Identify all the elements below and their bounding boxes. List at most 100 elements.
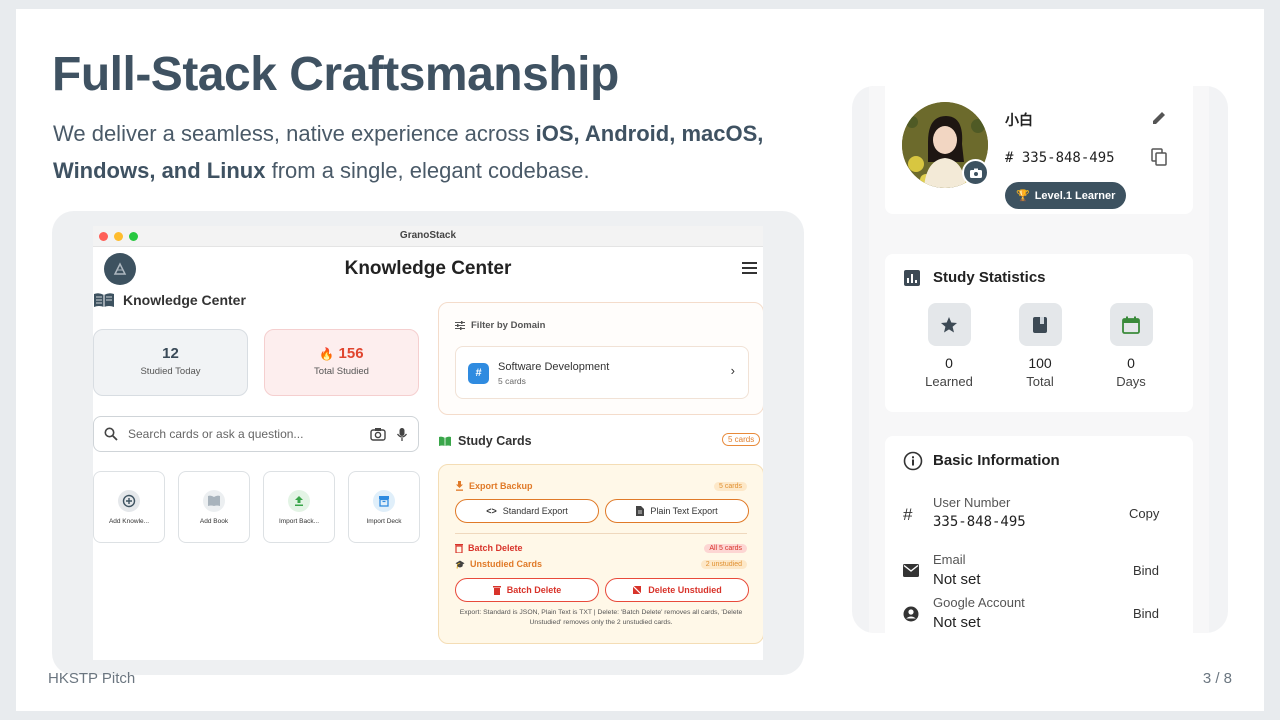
edit-icon[interactable] bbox=[1151, 110, 1167, 126]
slide: Full-Stack Craftsmanship We deliver a se… bbox=[16, 9, 1264, 711]
plain-text-export-button[interactable]: Plain Text Export bbox=[605, 499, 749, 523]
stat-learned-label: Learned bbox=[925, 374, 973, 389]
study-cards-title: Study Cards bbox=[458, 434, 532, 448]
knowledge-center-header: Knowledge Center bbox=[93, 292, 246, 308]
cancel-schedule-icon bbox=[632, 585, 643, 595]
filter-header: Filter by Domain bbox=[455, 320, 545, 331]
user-number-row: # User Number 335-848-495 Copy bbox=[885, 495, 1193, 535]
study-cards-panel: Export Backup 5 cards <> Standard Export… bbox=[438, 464, 763, 644]
school-icon: 🎓 bbox=[455, 559, 465, 569]
footer-label: HKSTP Pitch bbox=[48, 670, 136, 687]
chevron-right-icon: › bbox=[730, 363, 735, 378]
user-number-key: User Number bbox=[933, 495, 1011, 510]
studied-today-value: 12 bbox=[162, 345, 179, 362]
add-book-button[interactable]: Add Book bbox=[178, 471, 250, 543]
stat-learned-value: 0 bbox=[945, 355, 953, 371]
profile-screen: 小白 # 335-848-495 🏆 Level.1 Learner Study… bbox=[869, 86, 1209, 633]
slide-subtitle: We deliver a seamless, native experience… bbox=[53, 121, 764, 183]
profile-card: 小白 # 335-848-495 🏆 Level.1 Learner bbox=[885, 86, 1193, 214]
bind-google-button[interactable]: Bind bbox=[1133, 606, 1159, 621]
unstudied-cards-title: Unstudied Cards bbox=[469, 559, 542, 569]
open-book-icon bbox=[94, 293, 114, 307]
camera-icon bbox=[969, 168, 982, 178]
filter-title: Filter by Domain bbox=[471, 320, 546, 331]
filter-panel: Filter by Domain # Software Development … bbox=[438, 302, 763, 415]
search-bar[interactable]: Search cards or ask a question... bbox=[93, 416, 419, 452]
standard-export-label: Standard Export bbox=[502, 506, 568, 516]
level-badge: 🏆 Level.1 Learner bbox=[1005, 182, 1127, 209]
google-account-value: Not set bbox=[933, 614, 981, 631]
batch-delete-badge: All 5 cards bbox=[704, 544, 747, 553]
change-photo-button[interactable] bbox=[962, 159, 989, 186]
window-title: GranoStack bbox=[399, 230, 457, 241]
batch-delete-title: Batch Delete bbox=[468, 543, 523, 553]
archive-icon bbox=[373, 490, 395, 512]
stat-days-value: 0 bbox=[1127, 355, 1135, 371]
import-backup-button[interactable]: Import Back... bbox=[263, 471, 335, 543]
search-icon bbox=[104, 427, 118, 441]
studied-today-label: Studied Today bbox=[140, 366, 201, 377]
app-title: Knowledge Center bbox=[344, 258, 512, 279]
import-backup-label: Import Back... bbox=[278, 518, 320, 525]
stat-days: 0 Days bbox=[1091, 303, 1171, 389]
add-book-label: Add Book bbox=[199, 518, 229, 525]
study-statistics-title: Study Statistics bbox=[933, 269, 1046, 286]
study-cards-header: Study Cards bbox=[438, 434, 532, 448]
trophy-icon: 🏆 bbox=[1016, 190, 1030, 202]
total-studied-label: Total Studied bbox=[314, 366, 369, 377]
batch-delete-label: Batch Delete bbox=[506, 585, 562, 595]
unstudied-cards-row: 🎓 Unstudied Cards bbox=[455, 559, 542, 569]
camera-icon[interactable] bbox=[370, 427, 386, 441]
hash-icon: # bbox=[903, 505, 913, 524]
domain-item-software-development[interactable]: # Software Development 5 cards › bbox=[455, 346, 749, 399]
export-backup-title: Export Backup bbox=[469, 481, 533, 491]
desktop-mockup: GranoStack Knowledge Center Knowledge Ce… bbox=[52, 211, 804, 675]
microphone-icon[interactable] bbox=[396, 427, 408, 442]
unstudied-badge: 2 unstudied bbox=[700, 560, 747, 569]
standard-export-button[interactable]: <> Standard Export bbox=[455, 499, 599, 523]
total-studied-card[interactable]: 🔥 156 Total Studied bbox=[264, 329, 419, 396]
mobile-mockup: 小白 # 335-848-495 🏆 Level.1 Learner Study… bbox=[852, 86, 1228, 633]
copy-user-number-button[interactable]: Copy bbox=[1129, 506, 1159, 521]
stat-total-value: 100 bbox=[1028, 355, 1052, 371]
upload-icon bbox=[288, 490, 310, 512]
trash-icon bbox=[492, 586, 501, 595]
bind-email-button[interactable]: Bind bbox=[1133, 563, 1159, 578]
trash-icon bbox=[455, 544, 463, 553]
stat-total-label: Total bbox=[1026, 374, 1054, 389]
slide-title: Full-Stack Craftsmanship bbox=[52, 48, 619, 101]
page-number: 3 / 8 bbox=[1202, 670, 1232, 687]
email-value: Not set bbox=[933, 571, 981, 588]
download-icon bbox=[456, 481, 463, 491]
email-key: Email bbox=[933, 552, 966, 567]
total-studied-value: 156 bbox=[338, 345, 364, 362]
studied-today-card[interactable]: 12 Studied Today bbox=[93, 329, 248, 396]
bar-chart-icon bbox=[904, 270, 920, 286]
document-icon bbox=[636, 506, 645, 516]
google-account-row: Google Account Not set Bind bbox=[885, 595, 1193, 633]
export-backup-row: Export Backup bbox=[455, 481, 533, 491]
copy-icon[interactable] bbox=[1151, 148, 1167, 166]
level-label: Level.1 Learner bbox=[1034, 189, 1116, 202]
import-deck-label: Import Deck bbox=[366, 518, 402, 525]
book-icon bbox=[203, 490, 225, 512]
study-cards-badge: 5 cards bbox=[722, 433, 761, 446]
account-circle-icon bbox=[903, 606, 919, 622]
google-account-key: Google Account bbox=[933, 595, 1025, 610]
domain-count: 5 cards bbox=[498, 376, 526, 386]
export-delete-note: Export: Standard is JSON, Plain Text is … bbox=[459, 609, 743, 626]
info-icon bbox=[903, 451, 923, 471]
batch-delete-button[interactable]: Batch Delete bbox=[455, 578, 599, 602]
add-circle-icon bbox=[118, 490, 140, 512]
domain-name: Software Development bbox=[498, 361, 610, 373]
book-icon bbox=[1018, 303, 1062, 346]
import-deck-button[interactable]: Import Deck bbox=[348, 471, 420, 543]
plain-text-export-label: Plain Text Export bbox=[650, 506, 718, 516]
delete-unstudied-button[interactable]: Delete Unstudied bbox=[605, 578, 749, 602]
search-input[interactable]: Search cards or ask a question... bbox=[128, 427, 360, 441]
star-icon bbox=[927, 303, 971, 346]
hamburger-menu-icon[interactable] bbox=[742, 262, 757, 277]
tune-icon bbox=[455, 321, 465, 330]
window-titlebar: GranoStack bbox=[93, 226, 763, 247]
add-knowledge-button[interactable]: Add Knowle... bbox=[93, 471, 165, 543]
